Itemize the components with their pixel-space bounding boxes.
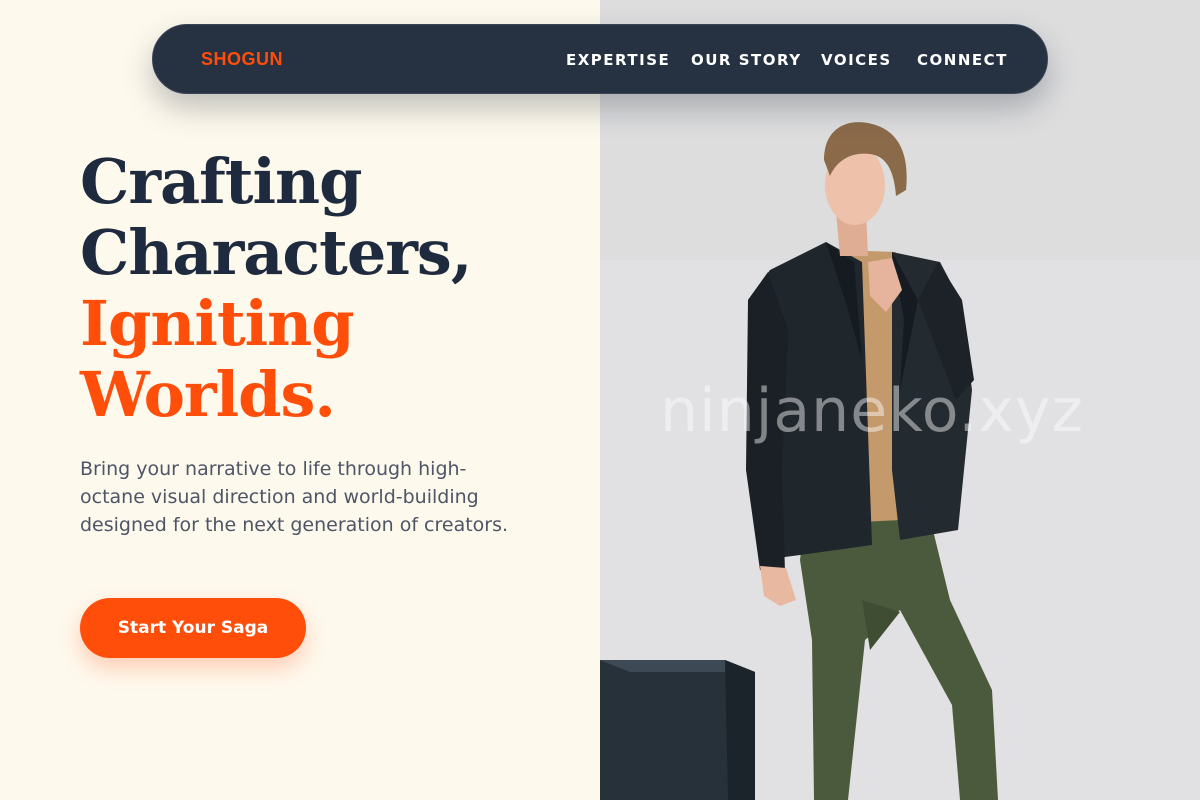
nav-link-connect[interactable]: CONNECT	[917, 51, 1008, 69]
start-your-saga-button[interactable]: Start Your Saga	[80, 598, 306, 658]
nav-link-voices[interactable]: VOICES	[821, 51, 892, 69]
brand-logo[interactable]: SHOGUN	[201, 49, 283, 70]
headline-accent-line-2: Worlds.	[80, 358, 336, 431]
nav-link-our-story[interactable]: OUR STORY	[691, 51, 802, 69]
headline-line-1: Crafting	[80, 145, 362, 218]
top-navbar: SHOGUN EXPERTISE OUR STORY VOICES CONNEC…	[152, 24, 1048, 94]
hero-photo: ninjaneko.xyz	[600, 0, 1200, 800]
watermark-text: ninjaneko.xyz	[660, 376, 1084, 446]
headline-line-2: Characters,	[80, 216, 472, 289]
headline-accent-line-1: Igniting	[80, 287, 355, 360]
hero-description: Bring your narrative to life through hig…	[80, 458, 509, 536]
hero-headline: Crafting Characters, Igniting Worlds.	[80, 145, 472, 431]
nav-link-expertise[interactable]: EXPERTISE	[566, 51, 670, 69]
